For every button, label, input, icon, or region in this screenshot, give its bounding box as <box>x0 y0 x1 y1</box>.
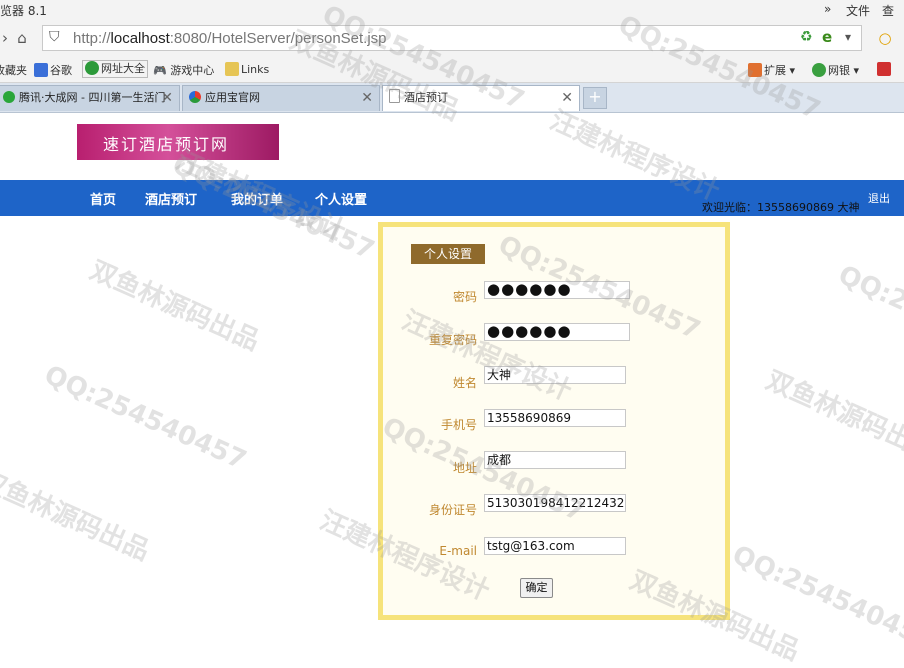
label-name: 姓名 <box>452 376 477 390</box>
page-icon <box>389 89 400 103</box>
repeat-password-field[interactable]: ●●●●●● <box>484 323 630 341</box>
tencent-icon <box>3 91 15 103</box>
close-icon[interactable]: ✕ <box>561 86 573 110</box>
label-phone: 手机号 <box>440 418 477 432</box>
folder-icon <box>225 62 239 76</box>
puzzle-icon <box>748 63 762 77</box>
extensions-button[interactable]: 扩展 ▾ <box>748 62 795 78</box>
tab-hotel[interactable]: 酒店预订 ✕ <box>382 85 580 111</box>
home-icon[interactable]: ⌂ <box>9 25 35 51</box>
form-legend: 个人设置 <box>411 244 485 264</box>
watermark: 双鱼林源码出品 <box>85 255 264 357</box>
bookmarks-bar: 收藏夹 谷歌 网址大全 🎮 游戏中心 Links 扩展 ▾ 网银 ▾ <box>0 56 904 83</box>
bookmark-games[interactable]: 🎮 游戏中心 <box>153 62 214 78</box>
gamepad-icon: 🎮 <box>153 64 167 77</box>
logout-link[interactable]: 退出 <box>868 190 890 206</box>
ie-engine-icon[interactable]: e <box>822 28 832 46</box>
tab-tencent[interactable]: 腾讯·大成网 - 四川第一生活门 ✕ <box>0 85 180 111</box>
address-bar[interactable]: ⛉ http://localhost:8080/HotelServer/pers… <box>42 25 862 51</box>
id-number-field[interactable]: 513030198412212432 <box>484 494 626 512</box>
tab-yingyongbao[interactable]: 应用宝官网 ✕ <box>182 85 380 111</box>
shield-icon: ⛉ <box>49 29 60 45</box>
nav-my-orders[interactable]: 我的订单 <box>231 189 283 208</box>
address-text[interactable]: http://localhost:8080/HotelServer/person… <box>73 30 387 47</box>
tab-bar: 腾讯·大成网 - 四川第一生活门 ✕ 应用宝官网 ✕ 酒店预订 ✕ + <box>0 83 904 113</box>
menu-file[interactable]: 文件 <box>846 2 870 19</box>
bank-icon <box>812 63 826 77</box>
bookmark-favorites[interactable]: 收藏夹 <box>0 62 27 78</box>
confirm-button[interactable]: 确定 <box>520 578 553 598</box>
watermark: QQ:254540457 <box>39 360 251 476</box>
nav-personal-settings[interactable]: 个人设置 <box>315 189 367 208</box>
new-tab-button[interactable]: + <box>583 87 607 109</box>
label-id-number: 身份证号 <box>428 503 477 517</box>
name-field[interactable]: 大神 <box>484 366 626 384</box>
welcome-text: 欢迎光临：13558690869 大神 <box>702 201 860 214</box>
refresh-icon[interactable]: ♻ <box>800 29 813 45</box>
close-icon[interactable]: ✕ <box>161 86 173 110</box>
watermark: 双鱼林源码出品 <box>761 365 904 467</box>
email-field[interactable]: tstg@163.com <box>484 537 626 555</box>
label-repeat-password: 重复密码 <box>428 333 477 347</box>
site-logo: 速订酒店预订网 <box>77 124 279 160</box>
search-engine-icon[interactable]: ○ <box>872 25 898 51</box>
nav-hotel-booking[interactable]: 酒店预订 <box>145 189 197 208</box>
google-icon <box>34 63 48 77</box>
close-icon[interactable]: ✕ <box>361 86 373 110</box>
phone-field[interactable]: 13558690869 <box>484 409 626 427</box>
watermark: QQ:254540457 <box>727 540 904 656</box>
window-title: 览器 8.1 <box>0 4 47 18</box>
main-navbar: 首页 酒店预订 我的订单 个人设置 欢迎光临：13558690869 大神 退出 <box>0 180 904 216</box>
yingyongbao-icon <box>189 91 201 103</box>
window-titlebar: 览器 8.1 » 文件 查看 <box>0 0 904 35</box>
ebank-button[interactable]: 网银 ▾ <box>812 62 859 78</box>
watermark: QQ:254540457 <box>833 260 904 376</box>
more-menu[interactable]: » <box>824 2 831 16</box>
watermark: 双鱼林源码出品 <box>0 465 154 567</box>
bookmark-google[interactable]: 谷歌 <box>34 62 72 78</box>
hao-icon <box>85 61 99 75</box>
label-address: 地址 <box>452 461 477 475</box>
password-field[interactable]: ●●●●●● <box>484 281 630 299</box>
label-password: 密码 <box>452 290 477 304</box>
address-field[interactable]: 成都 <box>484 451 626 469</box>
label-email: E-mail <box>439 544 477 558</box>
chevron-down-icon[interactable]: ▾ <box>845 30 851 44</box>
pdf-icon[interactable] <box>877 62 893 76</box>
bookmark-links[interactable]: Links <box>225 62 269 76</box>
bookmark-hao123[interactable]: 网址大全 <box>82 60 148 78</box>
nav-home[interactable]: 首页 <box>90 189 116 208</box>
